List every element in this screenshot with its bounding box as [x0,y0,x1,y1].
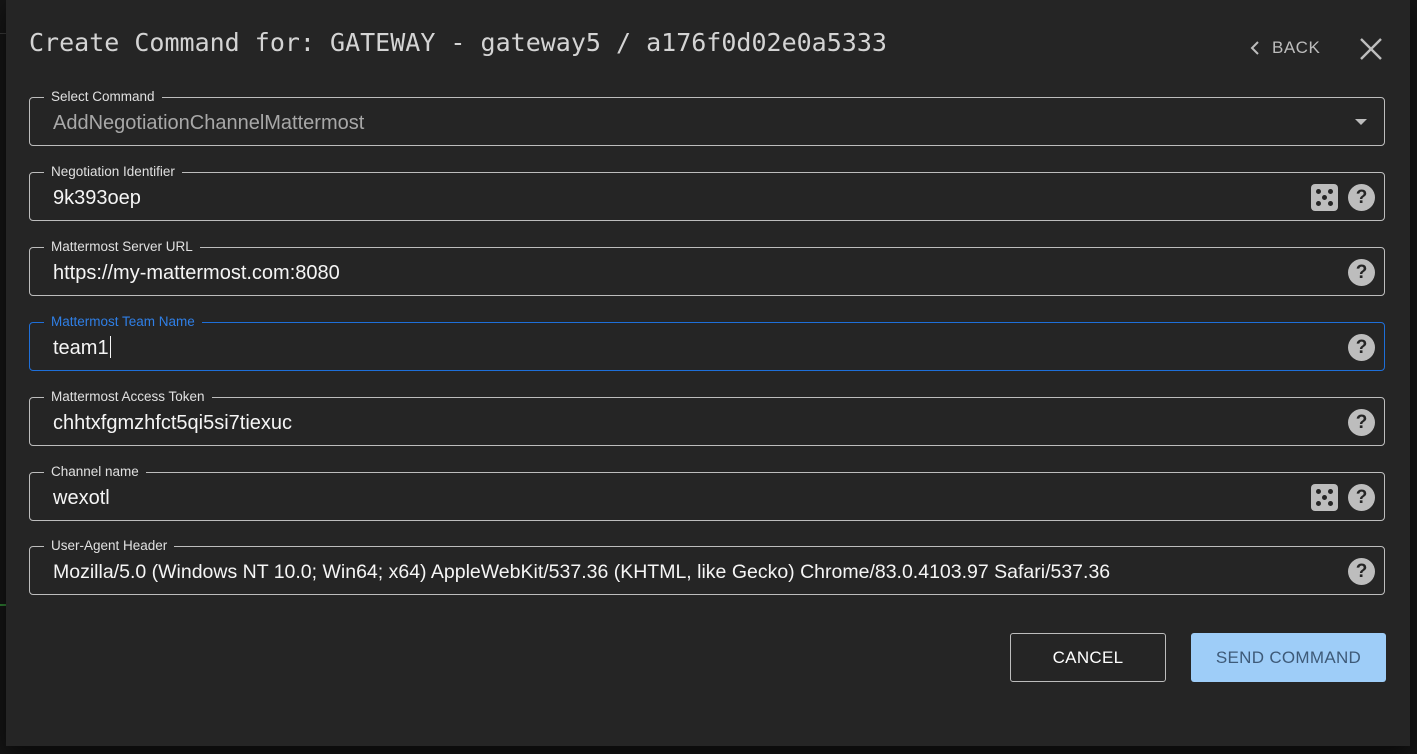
dice-icon[interactable] [1311,484,1338,511]
create-command-dialog: Create Command for: GATEWAY - gateway5 /… [6,0,1410,746]
select-command-label: Select Command [44,88,162,106]
text-cursor [109,336,111,358]
close-icon[interactable] [1356,34,1386,64]
mattermost-server-url-label: Mattermost Server URL [44,238,200,256]
dialog-title: Create Command for: GATEWAY - gateway5 /… [29,28,887,57]
mattermost-server-url-field[interactable]: Mattermost Server URL https://my-matterm… [29,238,1385,296]
user-agent-header-label: User-Agent Header [44,537,175,555]
send-command-button[interactable]: SEND COMMAND [1191,633,1386,682]
mattermost-server-url-value[interactable]: https://my-mattermost.com:8080 [53,261,340,285]
mattermost-team-name-field[interactable]: Mattermost Team Name team1 ? [29,313,1385,371]
channel-name-field[interactable]: Channel name wexotl ? [29,463,1385,521]
help-icon[interactable]: ? [1348,484,1375,511]
cancel-button[interactable]: CANCEL [1010,633,1166,682]
help-icon[interactable]: ? [1348,334,1375,361]
mattermost-access-token-value[interactable]: chhtxfgmzhfct5qi5si7tiexuc [53,411,292,435]
help-icon[interactable]: ? [1348,184,1375,211]
mattermost-access-token-label: Mattermost Access Token [44,388,212,406]
mattermost-team-name-label: Mattermost Team Name [44,313,202,331]
channel-name-label: Channel name [44,463,146,481]
help-icon[interactable]: ? [1348,409,1375,436]
back-button-label: BACK [1272,38,1321,57]
mattermost-team-name-input[interactable]: team1 [53,336,111,360]
negotiation-identifier-field[interactable]: Negotiation Identifier 9k393oep ? [29,163,1385,221]
negotiation-identifier-value[interactable]: 9k393oep [53,186,141,210]
negotiation-identifier-label: Negotiation Identifier [44,163,182,181]
caret-down-icon[interactable] [1355,119,1367,125]
user-agent-header-value[interactable]: Mozilla/5.0 (Windows NT 10.0; Win64; x64… [53,560,1110,584]
channel-name-value[interactable]: wexotl [53,486,110,510]
dice-icon[interactable] [1311,184,1338,211]
help-icon[interactable]: ? [1348,558,1375,585]
help-icon[interactable]: ? [1348,259,1375,286]
mattermost-team-name-value: team1 [53,337,109,359]
select-command-value: AddNegotiationChannelMattermost [53,112,365,134]
mattermost-access-token-field[interactable]: Mattermost Access Token chhtxfgmzhfct5qi… [29,388,1385,446]
user-agent-header-field[interactable]: User-Agent Header Mozilla/5.0 (Windows N… [29,537,1385,595]
select-command-dropdown[interactable]: Select Command AddNegotiationChannelMatt… [29,88,1385,146]
chevron-left-icon [1250,41,1259,55]
back-button[interactable]: BACK [1246,30,1320,66]
